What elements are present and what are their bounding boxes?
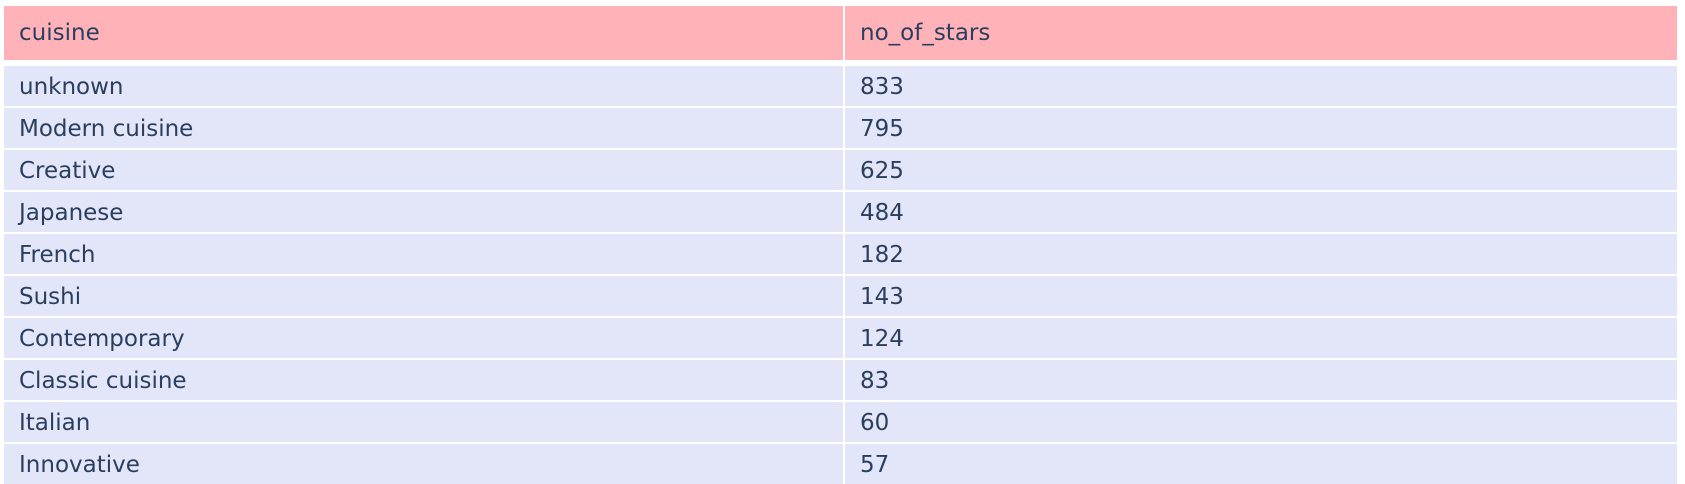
- table-cell-cuisine: Italian: [4, 400, 843, 442]
- table-cell-no-of-stars: 833: [843, 62, 1677, 106]
- table-cell-cuisine: Creative: [4, 148, 843, 190]
- table-row: Italian 60: [4, 400, 1677, 442]
- table-body: unknown 833 Modern cuisine 795 Creative 625 Ja…: [4, 62, 1677, 484]
- column-header-no-of-stars: no_of_stars: [843, 6, 1677, 62]
- data-table: cuisine no_of_stars unknown 833 Modern cui…: [4, 6, 1677, 484]
- table-cell-no-of-stars: 60: [843, 400, 1677, 442]
- table-cell-cuisine: Japanese: [4, 190, 843, 232]
- table-cell-no-of-stars: 795: [843, 106, 1677, 148]
- table-cell-no-of-stars: 182: [843, 232, 1677, 274]
- table-row: Innovative 57: [4, 442, 1677, 484]
- table-cell-cuisine: Contemporary: [4, 316, 843, 358]
- table-cell-cuisine: unknown: [4, 62, 843, 106]
- table-row: Contemporary 124: [4, 316, 1677, 358]
- table-cell-no-of-stars: 143: [843, 274, 1677, 316]
- table-row: Creative 625: [4, 148, 1677, 190]
- table-cell-no-of-stars: 83: [843, 358, 1677, 400]
- table-cell-no-of-stars: 625: [843, 148, 1677, 190]
- table-cell-no-of-stars: 484: [843, 190, 1677, 232]
- table-cell-cuisine: French: [4, 232, 843, 274]
- table-cell-no-of-stars: 124: [843, 316, 1677, 358]
- table-cell-cuisine: Innovative: [4, 442, 843, 484]
- table-cell-cuisine: Sushi: [4, 274, 843, 316]
- table-row: Modern cuisine 795: [4, 106, 1677, 148]
- table-row: unknown 833: [4, 62, 1677, 106]
- table-row: Classic cuisine 83: [4, 358, 1677, 400]
- table-cell-cuisine: Modern cuisine: [4, 106, 843, 148]
- table-cell-cuisine: Classic cuisine: [4, 358, 843, 400]
- table-row: Sushi 143: [4, 274, 1677, 316]
- column-header-cuisine: cuisine: [4, 6, 843, 62]
- table-row: French 182: [4, 232, 1677, 274]
- data-table-container: cuisine no_of_stars unknown 833 Modern cui…: [4, 6, 1677, 484]
- table-header-row: cuisine no_of_stars: [4, 6, 1677, 62]
- table-row: Japanese 484: [4, 190, 1677, 232]
- table-cell-no-of-stars: 57: [843, 442, 1677, 484]
